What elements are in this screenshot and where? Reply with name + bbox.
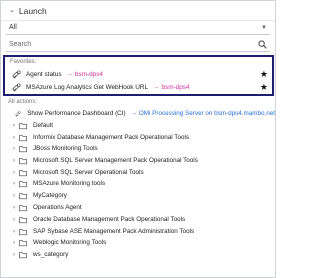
folder-item[interactable]: › MyCategory <box>1 190 275 202</box>
folder-icon <box>19 205 27 211</box>
folder-icon <box>19 229 27 235</box>
action-name: Show Performance Dashboard (CI) <box>27 110 126 118</box>
dropdown-arrow-icon[interactable]: ▼ <box>261 25 267 31</box>
arrow-right-icon: → <box>153 84 160 91</box>
folder-icon <box>19 240 27 246</box>
chevron-right-icon[interactable]: › <box>1 205 15 211</box>
chevron-right-icon[interactable]: › <box>1 146 15 152</box>
folder-name: Oracle Database Management Pack Operatio… <box>33 216 186 224</box>
folder-item[interactable]: › Oracle Database Management Pack Operat… <box>1 214 275 226</box>
chevron-down-icon[interactable]: ⌄ <box>9 7 15 14</box>
favorite-item[interactable]: Agent status → bsm-dps4 ★ <box>5 68 272 81</box>
arrow-right-icon: → <box>130 110 137 118</box>
search-field[interactable] <box>6 38 270 52</box>
favorite-name: MSAzure Log Analytics Get WebHook URL <box>26 84 149 91</box>
folder-item[interactable]: › Weblogic Monitoring Tools <box>1 237 275 249</box>
action-target[interactable]: OMi Processing Server on bsm-dps4.mambo.… <box>139 110 275 117</box>
arrow-right-icon: → <box>66 71 73 78</box>
favorite-target[interactable]: bsm-dps4 <box>75 71 103 78</box>
favorite-item[interactable]: MSAzure Log Analytics Get WebHook URL → … <box>5 81 272 94</box>
folder-item[interactable]: › SAP Sybase ASE Management Pack Adminis… <box>1 226 275 238</box>
chevron-right-icon[interactable]: › <box>1 252 15 258</box>
favorite-target[interactable]: bsm-dps4 <box>161 84 189 91</box>
folder-icon <box>19 217 27 223</box>
action-item[interactable]: Show Performance Dashboard (CI) → OMi Pr… <box>1 108 275 120</box>
favorite-name: Agent status <box>26 71 62 78</box>
favorites-section: Favorites: Agent status → bsm-dps4 ★ MSA… <box>3 55 274 96</box>
folder-item[interactable]: › ws_category <box>1 249 275 261</box>
scope-select-value: All <box>9 24 17 31</box>
all-actions-label: All actions: <box>8 99 38 105</box>
folder-icon <box>19 170 27 176</box>
folder-name: JBoss Monitoring Tools <box>33 145 98 153</box>
chevron-right-icon[interactable]: › <box>1 135 15 141</box>
folder-item[interactable]: › Microsoft SQL Server Operational Tools <box>1 167 275 179</box>
search-input[interactable] <box>9 41 239 48</box>
folder-item[interactable]: › MSAzure Monitoring tools <box>1 178 275 190</box>
chevron-right-icon[interactable]: › <box>1 181 15 187</box>
folder-name: Informix Database Management Pack Operat… <box>33 134 189 142</box>
chevron-right-icon[interactable]: › <box>1 193 15 199</box>
folder-icon <box>19 123 27 129</box>
folder-name: ws_category <box>33 251 69 259</box>
chevron-right-icon[interactable]: › <box>1 229 15 235</box>
folder-item[interactable]: › Operations Agent <box>1 202 275 214</box>
chevron-right-icon[interactable]: › <box>1 240 15 246</box>
chevron-right-icon[interactable]: › <box>1 158 15 164</box>
tool-icon <box>15 111 21 117</box>
chevron-right-icon[interactable]: › <box>1 123 15 129</box>
folder-item[interactable]: › JBoss Monitoring Tools <box>1 143 275 155</box>
folder-item[interactable]: › Informix Database Management Pack Oper… <box>1 132 275 144</box>
panel-title: Launch <box>18 5 47 16</box>
launch-header[interactable]: ⌄ Launch <box>1 1 275 21</box>
folder-icon <box>19 135 27 141</box>
star-icon[interactable]: ★ <box>260 69 268 80</box>
search-icon[interactable] <box>258 40 267 49</box>
tool-icon <box>12 70 21 79</box>
folder-item[interactable]: › Microsoft SQL Server Management Pack O… <box>1 155 275 167</box>
folder-name: Default <box>33 122 53 130</box>
folder-name: Microsoft SQL Server Management Pack Ope… <box>33 157 198 165</box>
folder-icon <box>19 181 27 187</box>
folder-name: Operations Agent <box>33 204 82 212</box>
launch-panel: ⌄ Launch All ▼ Favorites: Agent status →… <box>0 0 276 278</box>
tool-icon <box>12 83 21 92</box>
folder-name: SAP Sybase ASE Management Pack Administr… <box>33 228 195 236</box>
folder-name: Microsoft SQL Server Operational Tools <box>33 169 144 177</box>
scope-select[interactable]: All ▼ <box>6 21 270 35</box>
chevron-right-icon[interactable]: › <box>1 170 15 176</box>
folder-name: MyCategory <box>33 192 67 200</box>
folder-name: Weblogic Monitoring Tools <box>33 239 107 247</box>
folder-icon <box>19 158 27 164</box>
folder-icon <box>19 146 27 152</box>
chevron-right-icon[interactable]: › <box>1 217 15 223</box>
folder-icon <box>19 252 27 258</box>
favorites-label: Favorites: <box>10 59 37 65</box>
folder-name: MSAzure Monitoring tools <box>33 180 106 188</box>
folder-item-default[interactable]: › Default <box>1 120 275 132</box>
star-icon[interactable]: ★ <box>260 82 268 93</box>
folder-icon <box>19 193 27 199</box>
